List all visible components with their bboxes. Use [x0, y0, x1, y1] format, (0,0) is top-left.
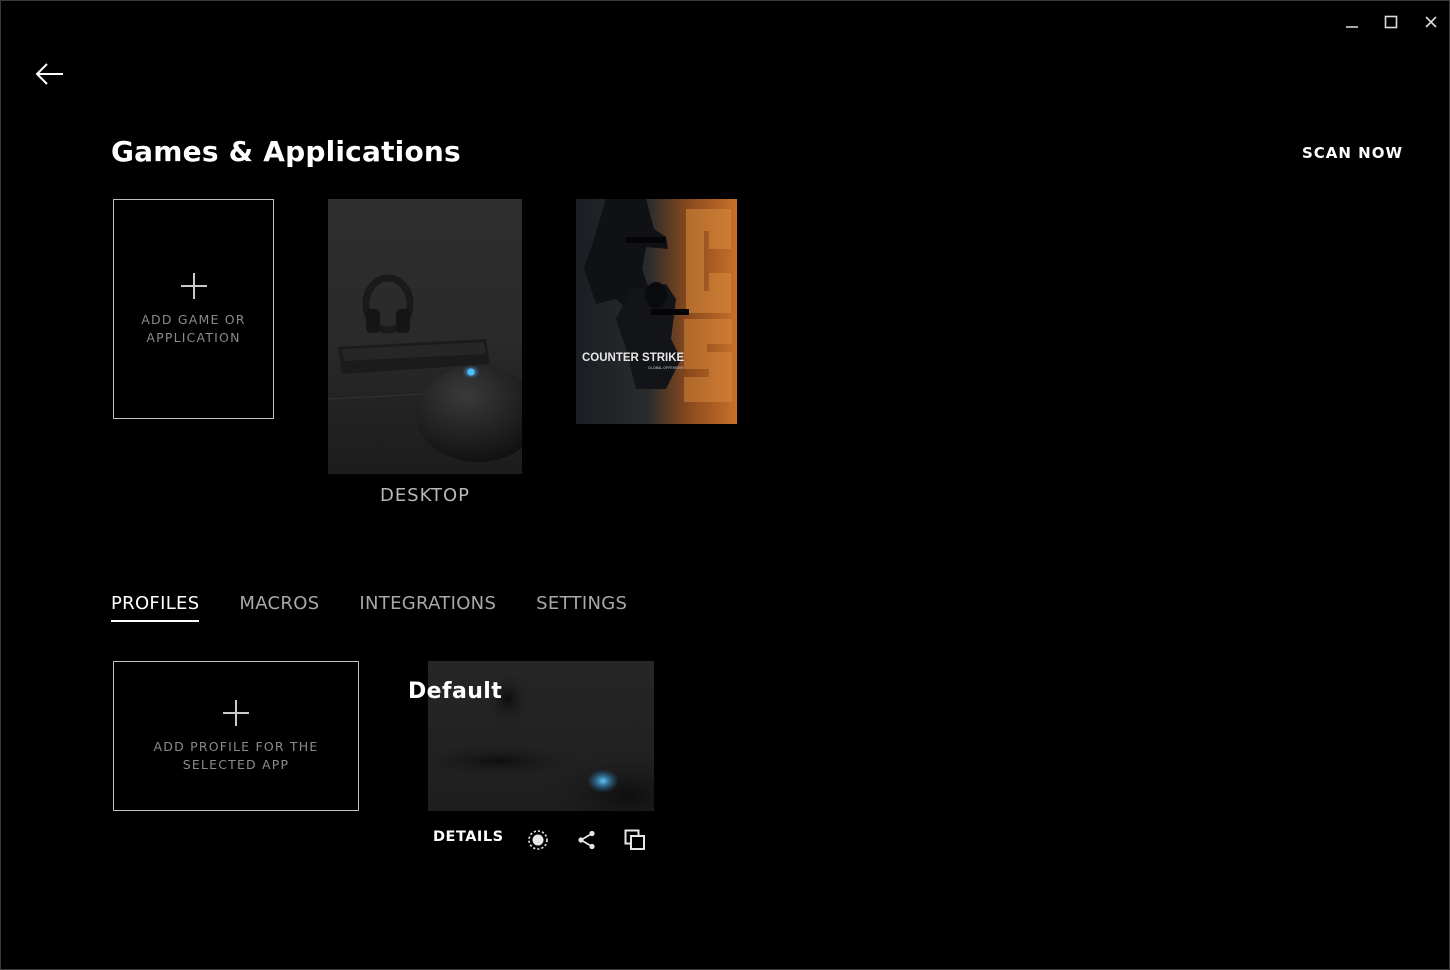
- duplicate-icon: [624, 829, 645, 850]
- tab-integrations[interactable]: INTEGRATIONS: [359, 593, 496, 622]
- tab-macros[interactable]: MACROS: [239, 593, 319, 622]
- duplicate-profile-button[interactable]: [623, 828, 647, 852]
- maximize-button[interactable]: [1376, 9, 1406, 35]
- csgo-cover-image: COUNTER STRIKE GLOBAL OFFENSIVE: [576, 199, 737, 424]
- plus-icon: [221, 698, 251, 728]
- close-button[interactable]: [1416, 9, 1446, 35]
- add-profile-card[interactable]: ADD PROFILE FOR THE SELECTED APP: [113, 661, 359, 811]
- minimize-button[interactable]: [1337, 9, 1367, 35]
- csgo-logo-text: COUNTER STRIKE: [582, 352, 685, 364]
- share-profile-button[interactable]: [575, 828, 599, 852]
- arrow-left-icon: [35, 63, 63, 85]
- tab-settings[interactable]: SETTINGS: [536, 593, 627, 622]
- desktop-image: [328, 199, 522, 474]
- plus-icon: [179, 271, 209, 301]
- details-button[interactable]: DETAILS: [433, 829, 504, 845]
- add-game-card[interactable]: ADD GAME OR APPLICATION: [113, 199, 274, 419]
- game-card-desktop-label: DESKTOP: [379, 485, 471, 506]
- minimize-icon: [1346, 26, 1358, 28]
- game-card-desktop[interactable]: [328, 199, 522, 474]
- csgo-logo-subtext: GLOBAL OFFENSIVE: [648, 366, 684, 370]
- active-profile-icon: [528, 830, 548, 850]
- page-title: Games & Applications: [111, 135, 461, 168]
- set-active-profile-button[interactable]: [526, 828, 550, 852]
- tab-profiles[interactable]: PROFILES: [111, 593, 200, 622]
- profile-tabs: PROFILES MACROS INTEGRATIONS SETTINGS: [111, 593, 667, 622]
- add-game-label: ADD GAME OR APPLICATION: [141, 312, 246, 345]
- game-card-csgo[interactable]: COUNTER STRIKE GLOBAL OFFENSIVE: [576, 199, 737, 424]
- back-button[interactable]: [33, 59, 69, 89]
- profile-name: Default: [408, 679, 503, 704]
- maximize-icon: [1384, 15, 1398, 29]
- add-profile-label: ADD PROFILE FOR THE SELECTED APP: [153, 739, 319, 772]
- share-icon: [578, 830, 595, 850]
- close-icon: [1425, 16, 1437, 28]
- scan-now-button[interactable]: SCAN NOW: [1291, 144, 1403, 162]
